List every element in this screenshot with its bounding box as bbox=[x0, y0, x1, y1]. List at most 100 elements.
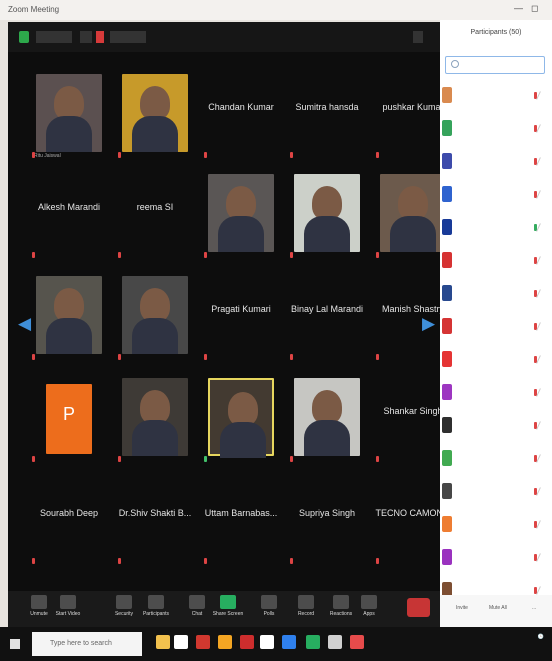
taskbar-app-icon[interactable] bbox=[306, 635, 320, 649]
avatar bbox=[442, 120, 452, 136]
video-camera-button[interactable]: Start Video bbox=[51, 593, 85, 625]
video-tile-13[interactable]: Pragati Kumari bbox=[198, 272, 284, 364]
participant-row[interactable] bbox=[442, 412, 550, 440]
video-tile-6[interactable]: Alkesh Marandi bbox=[26, 170, 112, 262]
system-tray[interactable]: 🕒 bbox=[538, 634, 544, 640]
video-tile-22[interactable]: Dr.Shiv Shakti B... bbox=[112, 476, 198, 568]
participant-name: Sumitra hansda bbox=[295, 102, 359, 112]
zoom-meeting-screen: Zoom Meeting — ◻ Ritu Jaiswal Chandan Kum… bbox=[0, 0, 552, 661]
taskbar-search-box[interactable]: Type here to search bbox=[32, 632, 142, 656]
previous-page-arrow-icon[interactable]: ◀ bbox=[18, 314, 31, 334]
participant-row[interactable] bbox=[442, 379, 550, 407]
video-tile-19[interactable] bbox=[284, 374, 370, 466]
avatar bbox=[442, 417, 452, 433]
participant-video bbox=[122, 276, 188, 354]
video-tile-3[interactable]: Chandan Kumar bbox=[198, 70, 284, 162]
participant-face bbox=[54, 86, 84, 120]
participant-video bbox=[208, 174, 274, 252]
taskbar-app-icon[interactable] bbox=[240, 635, 254, 649]
taskbar-app-icon[interactable] bbox=[174, 635, 188, 649]
maximize-icon[interactable]: ◻ bbox=[531, 3, 538, 14]
clock-icon: 🕒 bbox=[537, 634, 544, 640]
people-button[interactable]: Participants bbox=[139, 593, 173, 625]
taskbar-app-icon[interactable] bbox=[350, 635, 364, 649]
avatar bbox=[442, 186, 452, 202]
participant-name: Supriya Singh bbox=[298, 508, 356, 518]
participant-body bbox=[304, 420, 350, 456]
taskbar-app-icon[interactable] bbox=[156, 635, 170, 649]
video-tile-24[interactable]: Supriya Singh bbox=[284, 476, 370, 568]
video-tile-9[interactable] bbox=[284, 170, 370, 262]
leave-meeting-button[interactable] bbox=[407, 598, 430, 617]
video-tile-12[interactable] bbox=[112, 272, 198, 364]
record-button[interactable]: Record bbox=[289, 593, 323, 625]
microphone-icon bbox=[204, 354, 207, 360]
more-options-icon[interactable]: ... bbox=[532, 605, 536, 611]
avatar bbox=[442, 549, 452, 565]
participant-row[interactable] bbox=[442, 280, 550, 308]
poll-button[interactable]: Polls bbox=[252, 593, 286, 625]
avatar bbox=[442, 483, 452, 499]
participant-row[interactable] bbox=[442, 544, 550, 572]
video-tile-23[interactable]: Uttam Barnabas... bbox=[198, 476, 284, 568]
shield-button[interactable]: Security bbox=[107, 593, 141, 625]
participant-row[interactable] bbox=[442, 478, 550, 506]
video-tile-8[interactable] bbox=[198, 170, 284, 262]
taskbar-app-icon[interactable] bbox=[218, 635, 232, 649]
video-tile-4[interactable]: Sumitra hansda bbox=[284, 70, 370, 162]
participant-video bbox=[36, 276, 102, 354]
video-tile-1[interactable]: Ritu Jaiswal bbox=[26, 70, 112, 162]
microphone-icon bbox=[118, 456, 121, 462]
participant-row[interactable] bbox=[442, 313, 550, 341]
video-tile-18[interactable] bbox=[198, 374, 284, 466]
participant-row[interactable] bbox=[442, 214, 550, 242]
taskbar-app-icon[interactable] bbox=[260, 635, 274, 649]
video-tile-17[interactable] bbox=[112, 374, 198, 466]
microphone-icon bbox=[376, 354, 379, 360]
video-tile-7[interactable]: reema SI bbox=[112, 170, 198, 262]
next-page-arrow-icon[interactable]: ▶ bbox=[422, 314, 435, 334]
minimize-icon[interactable]: — bbox=[514, 3, 523, 13]
participant-row[interactable] bbox=[442, 346, 550, 374]
video-tile-11[interactable] bbox=[26, 272, 112, 364]
participant-name: Sourabh Deep bbox=[39, 508, 99, 518]
video-tile-14[interactable]: Binay Lal Marandi bbox=[284, 272, 370, 364]
avatar bbox=[442, 219, 452, 235]
start-button[interactable] bbox=[10, 639, 20, 649]
participant-row[interactable] bbox=[442, 181, 550, 209]
shield-icon bbox=[116, 595, 132, 609]
video-camera-icon bbox=[60, 595, 76, 609]
share-screen-button[interactable]: Share Screen bbox=[211, 593, 245, 625]
video-tile-2[interactable] bbox=[112, 70, 198, 162]
apps-button[interactable]: Apps bbox=[352, 593, 386, 625]
avatar bbox=[442, 384, 452, 400]
microphone-icon bbox=[204, 152, 207, 158]
microphone-icon bbox=[32, 252, 35, 258]
participant-row[interactable] bbox=[442, 247, 550, 275]
participant-row[interactable] bbox=[442, 115, 550, 143]
avatar bbox=[442, 450, 452, 466]
invite-button[interactable]: Invite bbox=[456, 605, 468, 611]
taskbar-app-icon[interactable] bbox=[328, 635, 342, 649]
microphone-icon bbox=[290, 558, 293, 564]
taskbar-app-icon[interactable] bbox=[196, 635, 210, 649]
meeting-area: Ritu Jaiswal Chandan Kumar Sumitra hansda p… bbox=[8, 22, 451, 627]
participant-name: Binay Lal Marandi bbox=[290, 304, 364, 314]
participant-row[interactable] bbox=[442, 82, 550, 110]
participant-row[interactable] bbox=[442, 148, 550, 176]
view-toggle-icon[interactable] bbox=[413, 31, 423, 43]
participant-name: Alkesh Marandi bbox=[37, 202, 101, 212]
toolbar-label: Record bbox=[297, 611, 315, 617]
mute-all-button[interactable]: Mute All bbox=[489, 605, 507, 611]
video-tile-16[interactable]: P bbox=[26, 374, 112, 466]
video-tile-21[interactable]: Sourabh Deep bbox=[26, 476, 112, 568]
taskbar-app-icon[interactable] bbox=[282, 635, 296, 649]
microphone-icon bbox=[290, 354, 293, 360]
participant-row[interactable] bbox=[442, 445, 550, 473]
window-title: Zoom Meeting bbox=[8, 5, 60, 14]
participant-body bbox=[304, 216, 350, 252]
participant-row[interactable] bbox=[442, 511, 550, 539]
chat-button[interactable]: Chat bbox=[180, 593, 214, 625]
participant-name: Dr.Shiv Shakti B... bbox=[118, 508, 192, 518]
participants-search-input[interactable] bbox=[445, 56, 545, 74]
